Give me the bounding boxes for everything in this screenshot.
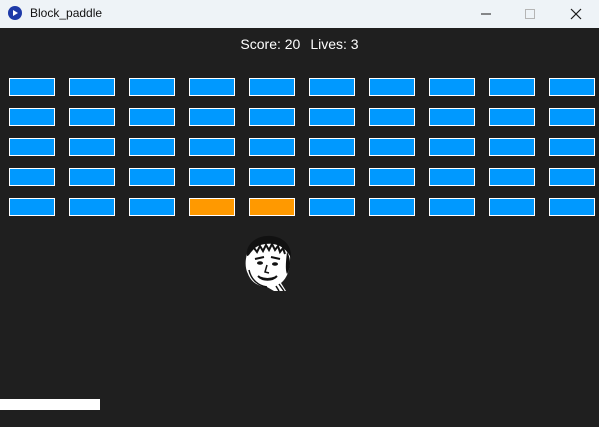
maximize-icon bbox=[525, 9, 535, 19]
brick-grid bbox=[9, 78, 599, 218]
brick bbox=[489, 198, 535, 216]
brick bbox=[9, 138, 55, 156]
brick bbox=[189, 108, 235, 126]
brick-row bbox=[9, 78, 599, 98]
minimize-button[interactable] bbox=[463, 0, 509, 28]
minimize-icon bbox=[481, 13, 491, 15]
brick bbox=[69, 78, 115, 96]
brick-damaged bbox=[249, 198, 295, 216]
brick bbox=[309, 108, 355, 126]
brick bbox=[9, 168, 55, 186]
lives-text: Lives: 3 bbox=[310, 36, 359, 52]
brick bbox=[189, 138, 235, 156]
paddle[interactable] bbox=[0, 399, 100, 410]
window-title: Block_paddle bbox=[30, 6, 103, 20]
maximize-button[interactable] bbox=[507, 0, 553, 28]
brick bbox=[129, 168, 175, 186]
brick bbox=[189, 168, 235, 186]
brick bbox=[549, 78, 595, 96]
brick bbox=[9, 198, 55, 216]
brick bbox=[309, 78, 355, 96]
brick bbox=[309, 168, 355, 186]
brick bbox=[369, 168, 415, 186]
brick bbox=[249, 138, 295, 156]
brick-row bbox=[9, 108, 599, 128]
brick bbox=[369, 78, 415, 96]
brick bbox=[9, 78, 55, 96]
brick bbox=[129, 138, 175, 156]
brick bbox=[69, 198, 115, 216]
brick bbox=[129, 108, 175, 126]
app-play-icon bbox=[8, 6, 22, 20]
brick bbox=[249, 168, 295, 186]
brick bbox=[549, 138, 595, 156]
brick bbox=[489, 78, 535, 96]
brick-row bbox=[9, 198, 599, 218]
brick bbox=[369, 198, 415, 216]
brick-row bbox=[9, 138, 599, 158]
brick bbox=[309, 198, 355, 216]
brick bbox=[309, 138, 355, 156]
brick bbox=[549, 168, 595, 186]
brick bbox=[489, 108, 535, 126]
brick bbox=[69, 138, 115, 156]
brick bbox=[129, 198, 175, 216]
brick bbox=[489, 138, 535, 156]
brick bbox=[249, 78, 295, 96]
brick bbox=[69, 108, 115, 126]
brick bbox=[429, 168, 475, 186]
brick bbox=[429, 198, 475, 216]
hud: Score: 20 Lives: 3 bbox=[0, 36, 599, 53]
brick-damaged bbox=[189, 198, 235, 216]
brick bbox=[9, 108, 55, 126]
brick bbox=[129, 78, 175, 96]
close-icon bbox=[570, 8, 582, 20]
brick bbox=[369, 108, 415, 126]
brick bbox=[189, 78, 235, 96]
close-button[interactable] bbox=[553, 0, 599, 28]
ball-face-sprite bbox=[241, 234, 294, 292]
game-window: Block_paddle Score: 20 Lives: 3 bbox=[0, 0, 599, 427]
game-canvas[interactable]: Score: 20 Lives: 3 bbox=[0, 28, 599, 427]
brick bbox=[429, 138, 475, 156]
brick bbox=[489, 168, 535, 186]
brick-row bbox=[9, 168, 599, 188]
brick bbox=[549, 108, 595, 126]
brick bbox=[429, 108, 475, 126]
brick bbox=[249, 108, 295, 126]
score-text: Score: 20 bbox=[240, 36, 301, 52]
brick bbox=[549, 198, 595, 216]
brick bbox=[369, 138, 415, 156]
title-bar[interactable]: Block_paddle bbox=[0, 0, 599, 28]
brick bbox=[69, 168, 115, 186]
brick bbox=[429, 78, 475, 96]
